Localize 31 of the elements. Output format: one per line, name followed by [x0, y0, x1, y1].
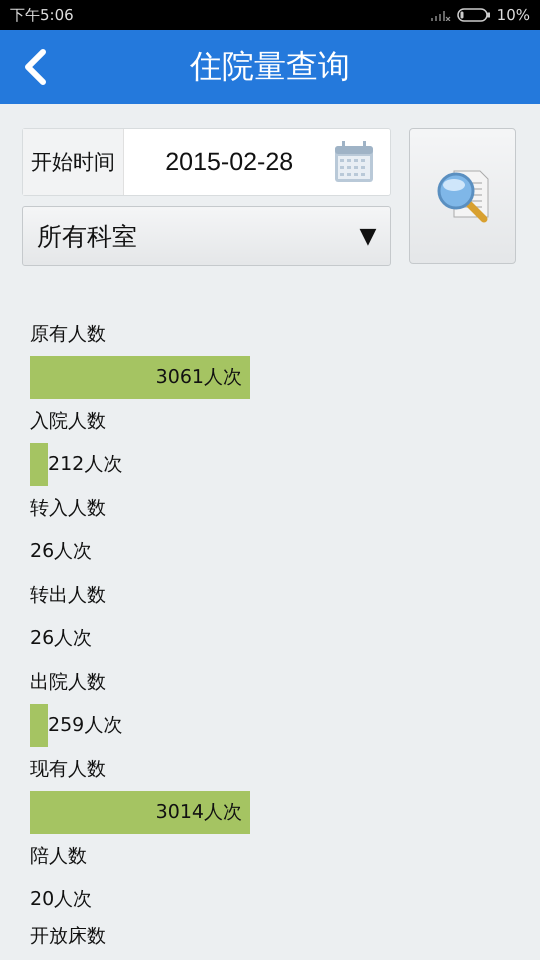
stat-value: 3014人次: [156, 800, 242, 826]
stat-label: 陪人数: [30, 844, 88, 869]
search-button[interactable]: [409, 128, 516, 264]
dropdown-arrow: ▼: [360, 224, 376, 248]
stat-label: 入院人数: [30, 408, 107, 434]
page-title: 住院量查询: [190, 46, 350, 87]
stat-bar: [30, 442, 48, 486]
department-value: 所有科室: [37, 220, 137, 252]
signal-icon: [430, 9, 451, 21]
battery-icon: [456, 8, 491, 22]
stat-value: 20人次: [30, 887, 92, 912]
date-field[interactable]: 开始时间 2015-02-28: [22, 128, 392, 196]
calendar-icon[interactable]: [334, 141, 374, 183]
stat-value: 259人次: [48, 713, 122, 738]
back-icon[interactable]: [22, 48, 48, 86]
stat-label: 转入人数: [30, 496, 107, 521]
stat-label: 转出人数: [30, 582, 107, 608]
stat-label: 出院人数: [30, 670, 107, 695]
stat-value: 212人次: [48, 452, 122, 478]
stat-value: 26人次: [30, 539, 92, 564]
stat-value: 26人次: [30, 626, 92, 652]
stat-value: 3061人次: [156, 365, 242, 390]
date-label: 开始时间: [23, 129, 124, 195]
stat-bar: [30, 704, 48, 747]
stat-label: 开放床数: [30, 924, 107, 949]
battery-percent: 10%: [496, 6, 530, 24]
date-value: 2015-02-28: [164, 148, 294, 176]
stat-label: 原有人数: [30, 322, 107, 347]
status-time: 下午5:06: [10, 6, 74, 24]
department-dropdown[interactable]: 所有科室 ▼: [22, 206, 392, 266]
stat-label: 现有人数: [30, 756, 107, 782]
